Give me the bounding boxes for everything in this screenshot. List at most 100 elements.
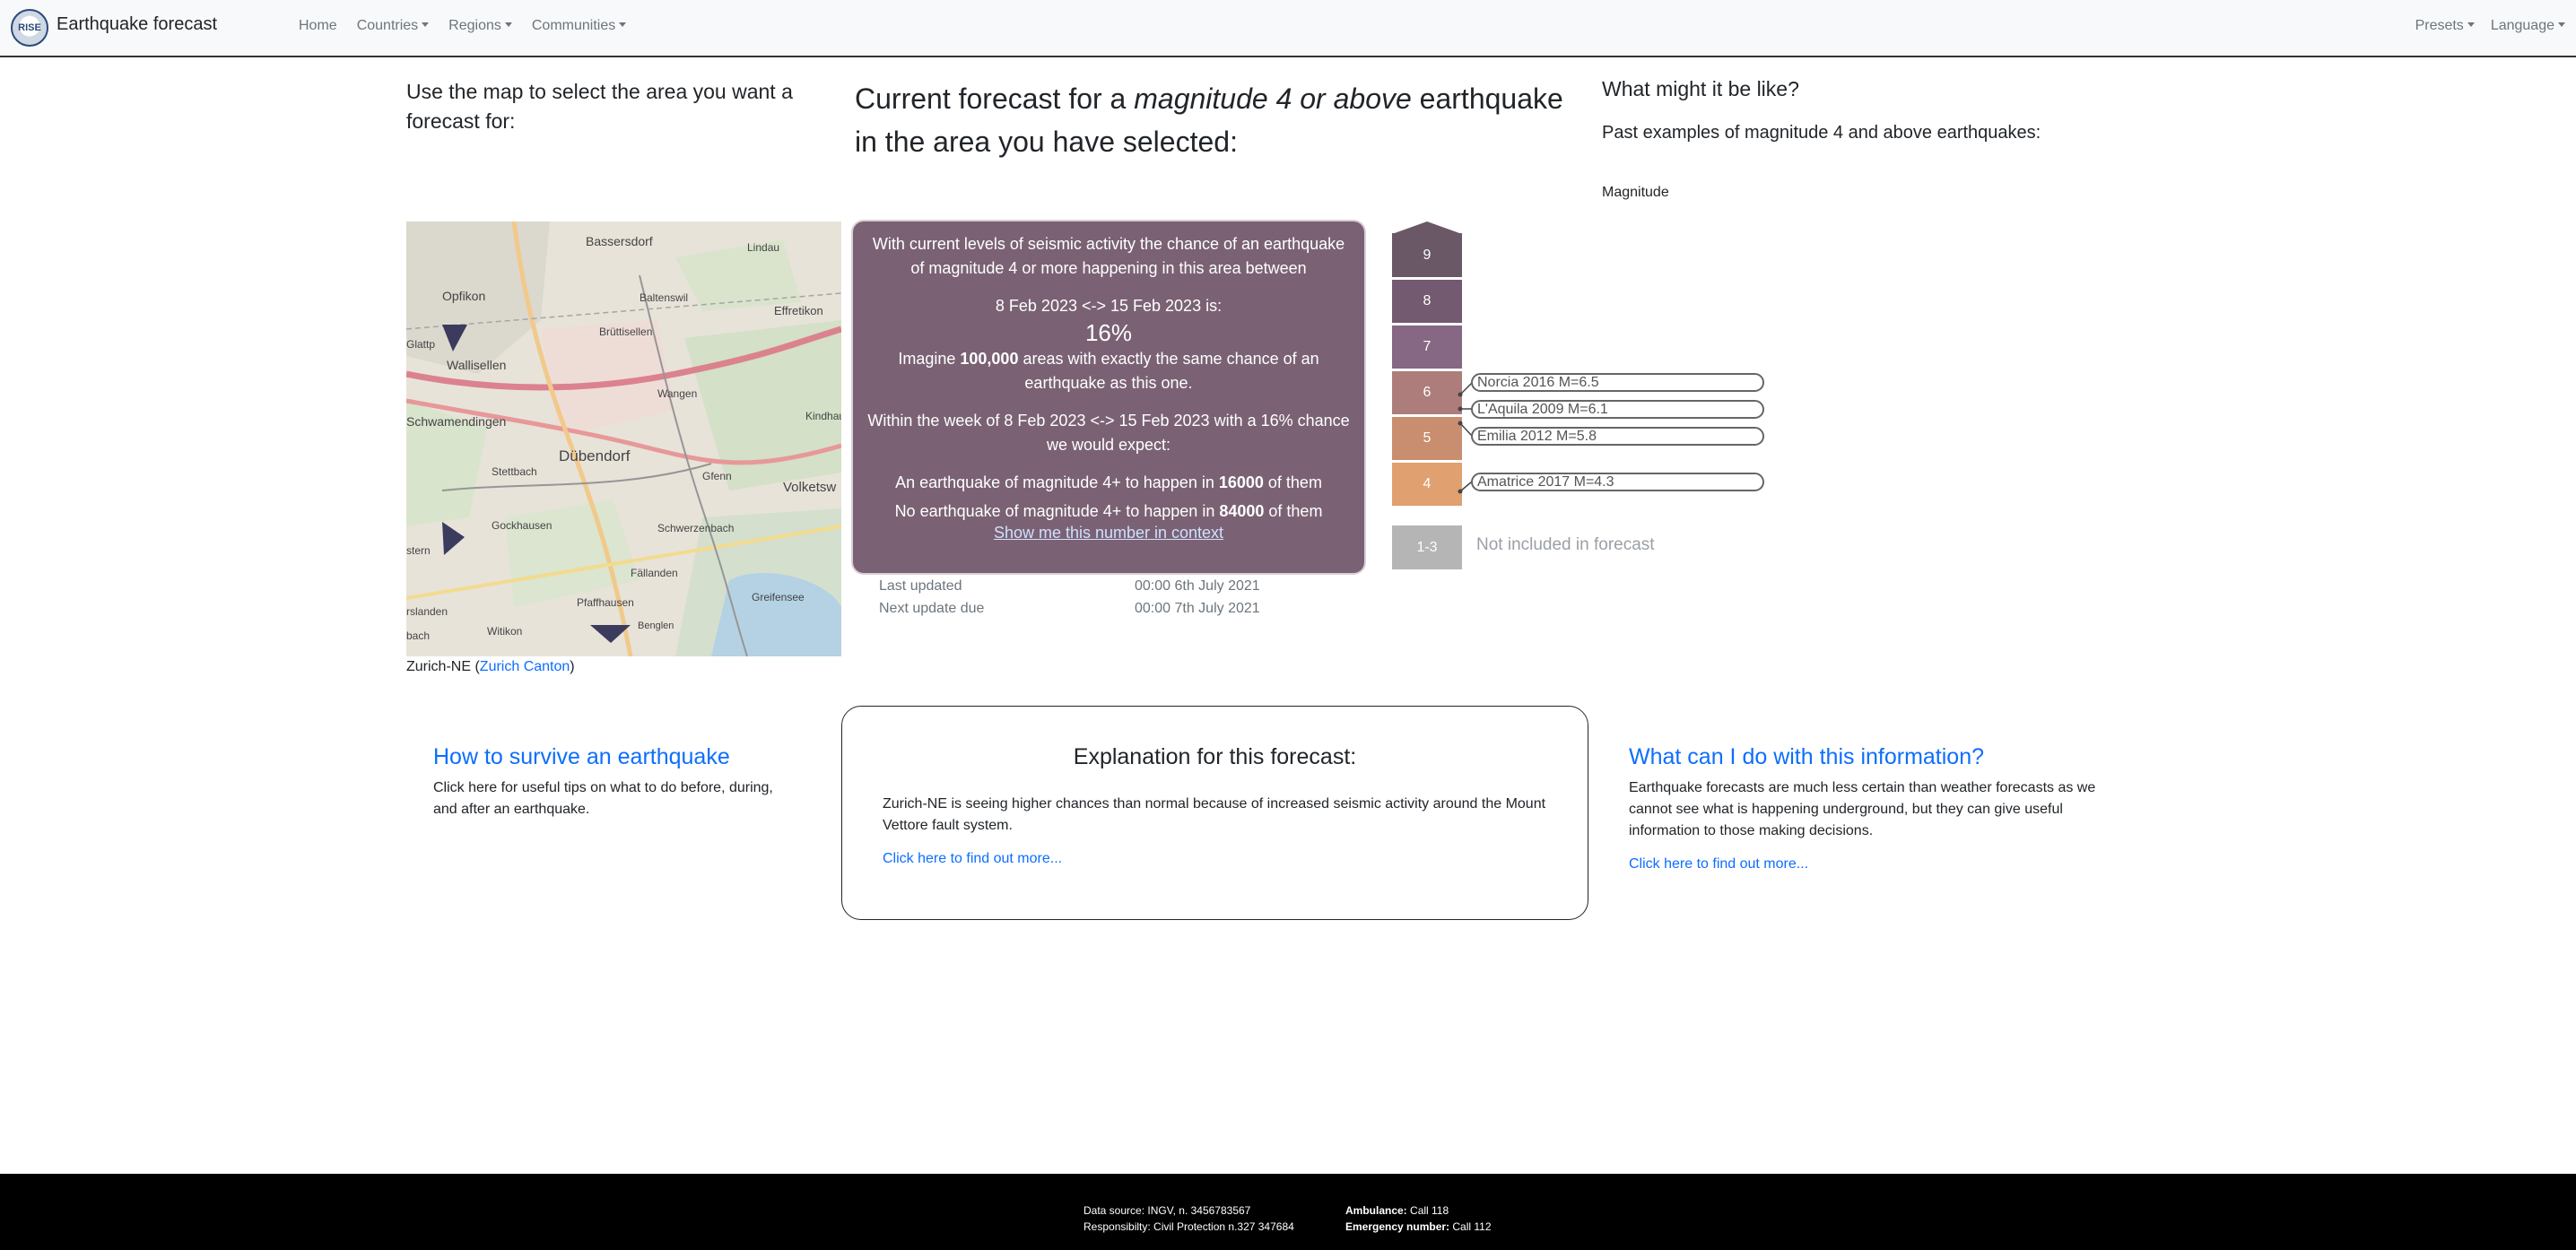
scale-cell-5: 5 [1392, 417, 1462, 460]
map-place-label: Witikon [487, 625, 523, 638]
forecast-percent: 16% [1084, 319, 1133, 346]
footer-contacts: Ambulance: Call 118 Emergency number: Ca… [1345, 1202, 1492, 1235]
map-place-label: Wangen [657, 387, 698, 400]
nav-right-menu: Presets Language [2415, 18, 2565, 34]
scale-cell-9: 9 [1392, 233, 1462, 277]
scale-cell-6: 6 [1392, 371, 1462, 414]
scale-top-cap [1392, 221, 1462, 234]
no-pre: No earthquake of magnitude 4+ to happen … [894, 502, 1220, 520]
context-link[interactable]: Show me this number in context [994, 524, 1223, 542]
nav-presets-dropdown[interactable]: Presets [2415, 18, 2475, 34]
next-update-value: 00:00 7th July 2021 [1135, 601, 1260, 616]
survive-title[interactable]: How to survive an earthquake [433, 744, 792, 770]
quake-example-laquila[interactable]: L'Aquila 2009 M=6.1 [1471, 400, 1764, 419]
explanation-text: Zurich-NE is seeing higher chances than … [883, 796, 1546, 833]
map-place-label: stern [406, 544, 431, 557]
scale-cell-low: 1-3 [1392, 525, 1462, 569]
explanation-link[interactable]: Click here to find out more... [883, 851, 1547, 867]
emergency-label: Emergency number: [1345, 1220, 1450, 1233]
area-map[interactable]: Bassersdorf Lindau Opfikon Baltenswil Ef… [406, 221, 841, 656]
brand-name[interactable]: Earthquake forecast [57, 14, 217, 35]
explanation-title: Explanation for this forecast: [1073, 744, 1357, 769]
logo-text: RISE [18, 22, 41, 33]
map-place-label: Schwamendingen [406, 414, 507, 429]
map-place-label: Kindhausen [805, 410, 841, 422]
scale-cap-shape [1392, 221, 1462, 234]
examples-heading: What might it be like? [1602, 77, 1799, 100]
footer: Data source: INGV, n. 3456783567 Respons… [0, 1174, 2576, 1250]
update-values: 00:00 6th July 2021 00:00 7th July 2021 [1135, 575, 1260, 620]
last-updated-value: 00:00 6th July 2021 [1135, 578, 1260, 594]
quake-example-amatrice[interactable]: Amatrice 2017 M=4.3 [1471, 473, 1764, 491]
info-text: Earthquake forecasts are much less certa… [1629, 780, 2096, 838]
canton-link[interactable]: Zurich Canton [480, 659, 570, 674]
footer-data-source: Data source: INGV, n. 3456783567 [1083, 1204, 1251, 1217]
info-title[interactable]: What can I do with this information? [1629, 744, 2113, 770]
map-place-label: Gockhausen [492, 519, 553, 532]
forecast-no: No earthquake of magnitude 4+ to happen … [866, 499, 1352, 524]
map-place-label: Pfaffhausen [577, 596, 634, 609]
map-place-label: Gfenn [702, 470, 732, 482]
footer-emergency: Emergency number: Call 112 [1345, 1219, 1492, 1235]
quake-example-norcia[interactable]: Norcia 2016 M=6.5 [1471, 373, 1764, 392]
last-updated-label: Last updated [879, 578, 962, 594]
area-name: Zurich-NE [406, 659, 472, 674]
map-place-label: Glattp [406, 338, 436, 351]
forecast-heading-em: magnitude 4 or above [1134, 82, 1412, 115]
map-place-label: Effretikon [774, 304, 823, 317]
survive-text: Click here for useful tips on what to do… [433, 780, 773, 817]
next-update-label: Next update due [879, 601, 985, 616]
yes-post: of them [1263, 473, 1322, 491]
map-place-label: Bassersdorf [586, 234, 653, 248]
map-place-label: Baltenswil [640, 291, 689, 304]
map-place-label: Dübendorf [559, 447, 631, 464]
not-included-label: Not included in forecast [1476, 535, 1655, 554]
nav-communities-dropdown[interactable]: Communities [532, 18, 626, 34]
update-labels: Last updated Next update due [879, 575, 984, 620]
forecast-heading-pre: Current forecast for a [855, 82, 1135, 115]
map-place-label: Opfikon [442, 289, 486, 303]
quake-example-emilia[interactable]: Emilia 2012 M=5.8 [1471, 427, 1764, 446]
imagine-num: 100,000 [960, 350, 1019, 368]
yes-num: 16000 [1218, 473, 1264, 491]
map-heading: Use the map to select the area you want … [406, 80, 793, 133]
yes-pre: An earthquake of magnitude 4+ to happen … [895, 473, 1219, 491]
brand-logo[interactable]: RISE [11, 9, 48, 47]
map-place-label: rslanden [406, 605, 448, 618]
forecast-within: Within the week of 8 Feb 2023 <-> 15 Feb… [867, 412, 1350, 454]
map-place-label: Fällanden [631, 567, 678, 579]
map-place-label: Wallisellen [447, 358, 507, 372]
map-place-label: Lindau [747, 241, 780, 254]
map-place-label: Volketsw [783, 480, 837, 495]
nav-countries-dropdown[interactable]: Countries [357, 18, 429, 34]
emergency-number: Call 112 [1449, 1220, 1492, 1233]
no-num: 84000 [1219, 502, 1265, 520]
survive-card[interactable]: How to survive an earthquake Click here … [433, 744, 792, 820]
map-place-label: Greifensee [752, 591, 805, 603]
forecast-heading: Current forecast for a magnitude 4 or ab… [855, 77, 1590, 163]
footer-responsibility: Responsibilty: Civil Protection n.327 34… [1083, 1220, 1294, 1233]
navbar: RISE Earthquake forecast Home Countries … [0, 0, 2576, 57]
imagine-post: areas with exactly the same chance of an… [1018, 350, 1319, 392]
no-post: of them [1264, 502, 1323, 520]
nav-home[interactable]: Home [299, 18, 337, 34]
scale-cell-7: 7 [1392, 326, 1462, 369]
info-card: What can I do with this information? Ear… [1629, 744, 2113, 872]
forecast-panel: With current levels of seismic activity … [853, 221, 1364, 573]
magnitude-label: Magnitude [1602, 185, 1669, 200]
forecast-imagine: Imagine 100,000 areas with exactly the s… [866, 347, 1352, 395]
forecast-yes: An earthquake of magnitude 4+ to happen … [866, 471, 1352, 495]
footer-ambulance: Ambulance: Call 118 [1345, 1202, 1492, 1219]
footer-sources: Data source: INGV, n. 3456783567 Respons… [1083, 1202, 1294, 1235]
examples-subheading: Past examples of magnitude 4 and above e… [1602, 123, 2041, 143]
nav-menu: Home Countries Regions Communities [299, 18, 646, 34]
map-place-label: Benglen [638, 621, 674, 631]
map-place-label: bach [406, 629, 431, 642]
forecast-dates: 8 Feb 2023 <-> 15 Feb 2023 is: [995, 297, 1223, 315]
explanation-card: Explanation for this forecast: Zurich-NE… [841, 706, 1588, 920]
scale-cell-8: 8 [1392, 280, 1462, 323]
nav-language-dropdown[interactable]: Language [2491, 18, 2565, 34]
imagine-pre: Imagine [898, 350, 961, 368]
nav-regions-dropdown[interactable]: Regions [448, 18, 512, 34]
info-link[interactable]: Click here to find out more... [1629, 856, 2113, 872]
